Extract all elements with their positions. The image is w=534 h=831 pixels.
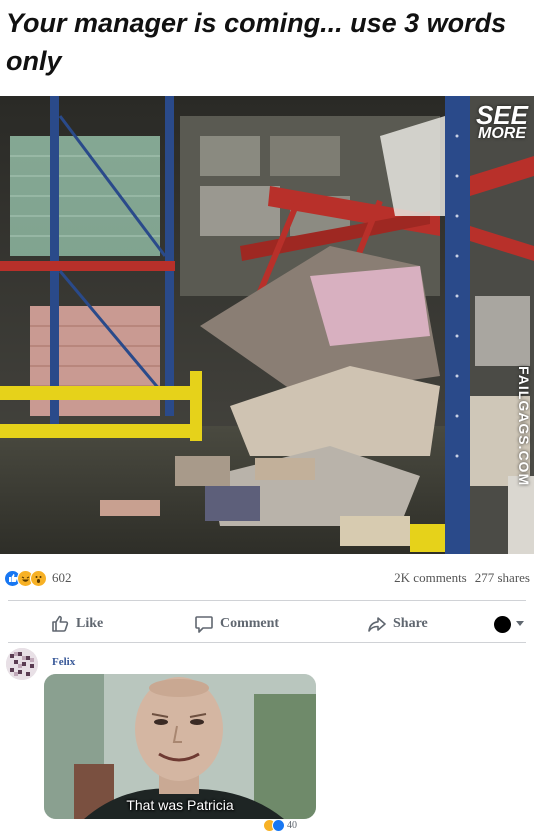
share-button-label: Share [393, 616, 428, 631]
share-button[interactable]: Share [367, 614, 428, 634]
divider [8, 600, 526, 601]
comment-button-label: Comment [220, 616, 280, 631]
wow-reaction-icon [30, 569, 47, 587]
post-action-bar: Like Comment Share [0, 604, 534, 644]
chevron-down-icon [516, 621, 524, 626]
avatar-image [6, 648, 38, 680]
see-more-label-top: SEE [475, 100, 528, 130]
divider [8, 642, 526, 643]
meme-caption: That was Patricia [126, 797, 234, 813]
comment-author-name[interactable]: Felix [52, 656, 75, 668]
comment: Felix That was Patricia 40 [0, 644, 534, 831]
audience-menu[interactable] [494, 615, 524, 633]
comment-meme-image[interactable]: That was Patricia [44, 674, 316, 819]
warehouse-scene-illustration [0, 96, 534, 554]
comment-reaction-count: 40 [287, 820, 297, 831]
reaction-count: 602 [52, 570, 72, 585]
post-image[interactable]: SEE MORE FAILGAGS.COM [0, 96, 534, 554]
avatar[interactable] [6, 648, 38, 680]
speech-bubble-icon [195, 616, 213, 633]
post-title: Your manager is coming... use 3 words on… [6, 8, 507, 76]
see-more-overlay[interactable]: SEE MORE [475, 100, 528, 143]
post-stats-bar: 602 2K comments 277 shares [0, 562, 534, 594]
comment-button[interactable]: Comment [194, 614, 279, 634]
comments-count-link[interactable]: 2K comments [394, 570, 467, 586]
reaction-summary[interactable]: 602 [4, 569, 72, 587]
like-button[interactable]: Like [50, 614, 103, 634]
see-more-label-bottom: MORE [477, 125, 526, 143]
comment-reaction-summary[interactable]: 40 [263, 819, 297, 831]
like-button-label: Like [76, 616, 104, 631]
share-arrow-icon [368, 617, 386, 632]
shares-count-link[interactable]: 277 shares [475, 570, 530, 586]
like-reaction-icon [272, 819, 285, 831]
profile-dot-icon [494, 615, 511, 633]
watermark: FAILGAGS.COM [516, 366, 532, 487]
thumbs-up-icon [52, 615, 69, 632]
